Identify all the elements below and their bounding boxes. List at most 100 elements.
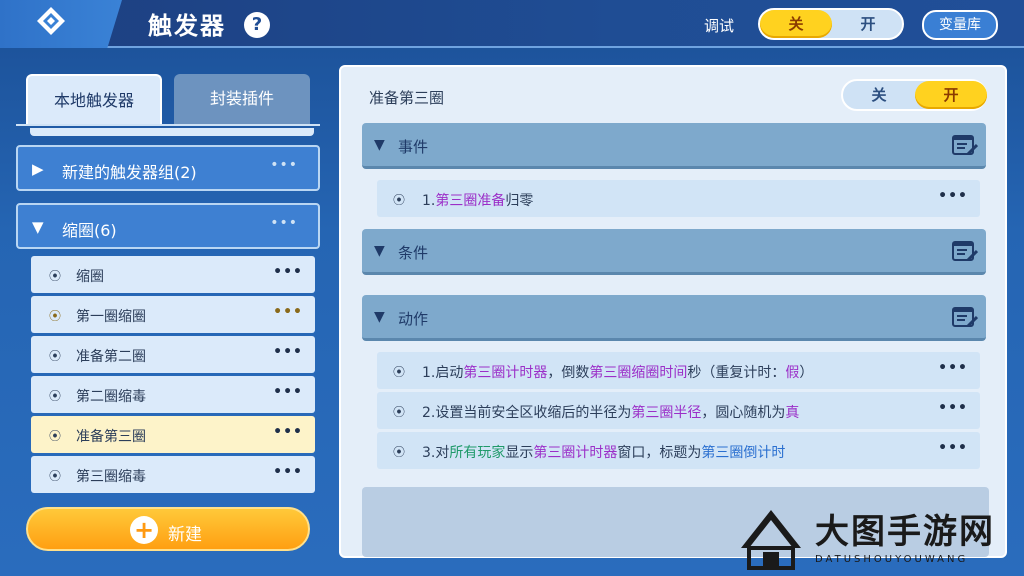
highlight-token[interactable]: 真 [785,405,799,421]
section-event[interactable]: ▼ 事件 [362,123,986,169]
row-text-part: 归零 [505,193,534,209]
bullet-icon: ⦿ [49,309,62,323]
more-options-icon[interactable]: ••• [270,215,298,231]
watermark-house-icon [741,510,801,570]
row-text-part: 2.设置当前安全区收缩后的半径为 [422,405,632,421]
section-label: 动作 [398,310,429,328]
trigger-item-label: 准备第二圈 [76,349,146,365]
row-text-part: 1. [422,193,436,209]
debug-toggle-on[interactable]: 开 [832,10,904,38]
debug-label: 调试 [704,17,735,35]
trigger-title: 准备第三圈 [369,89,445,107]
edit-list-icon[interactable] [952,307,978,329]
more-options-icon[interactable]: ••• [938,440,968,456]
section-label: 条件 [398,244,429,262]
group-label: 缩圈(6) [62,221,117,240]
collapsed-arrow-icon: ▶ [32,160,44,178]
more-options-icon[interactable]: ••• [273,304,303,320]
highlight-token[interactable]: 第三圈计时器 [533,445,617,461]
list-top-edge [30,128,314,136]
bullet-icon: ⦿ [49,429,62,443]
expanded-arrow-icon: ▼ [374,137,385,153]
debug-toggle[interactable]: 关 开 [758,8,904,40]
new-trigger-button[interactable]: + 新建 [26,507,310,551]
trigger-toggle-off[interactable]: 关 [843,81,915,109]
trigger-toggle-on[interactable]: 开 [915,81,987,109]
more-options-icon[interactable]: ••• [273,384,303,400]
help-icon[interactable]: ? [244,12,270,38]
watermark-text: 大图手游网 [815,512,995,552]
bullet-icon: ⦿ [49,349,62,363]
trigger-group-shrink[interactable]: ▼ 缩圈(6) ••• [16,203,320,249]
event-row-text: 1.第三圈准备归零 [422,190,533,210]
action-row[interactable]: ⦿ 1.启动第三圈计时器，倒数第三圈缩圈时间秒（重复计时：假） ••• [377,352,980,389]
highlight-token[interactable]: 第三圈缩圈时间 [589,365,687,381]
watermark-subtext: DATUSHOUYOUWANG [815,554,969,565]
trigger-item[interactable]: ⦿ 第一圈缩圈 ••• [31,296,315,333]
more-options-icon[interactable]: ••• [273,344,303,360]
highlight-token[interactable]: 第三圈半径 [631,405,701,421]
trigger-item[interactable]: ⦿ 第二圈缩毒 ••• [31,376,315,413]
section-action[interactable]: ▼ 动作 [362,295,986,341]
watermark: 大图手游网 DATUSHOUYOUWANG [735,500,1024,576]
row-text-part: 1.启动 [422,365,464,381]
trigger-enable-toggle[interactable]: 关 开 [841,79,987,111]
tab-local-triggers[interactable]: 本地触发器 [26,74,162,124]
row-text-part: ） [799,365,814,381]
more-options-icon[interactable]: ••• [938,188,968,204]
edit-list-icon[interactable] [952,241,978,263]
debug-toggle-off[interactable]: 关 [760,10,832,38]
more-options-icon[interactable]: ••• [273,264,303,280]
variable-library-button[interactable]: 变量库 [922,10,998,40]
bullet-icon: ⦿ [393,365,406,379]
more-options-icon[interactable]: ••• [938,360,968,376]
trigger-item-label: 第三圈缩毒 [76,469,146,485]
action-row[interactable]: ⦿ 3.对所有玩家显示第三圈计时器窗口，标题为第三圈倒计时 ••• [377,432,980,469]
section-label: 事件 [398,138,429,156]
highlight-token[interactable]: 第三圈准备 [435,193,505,209]
bullet-icon: ⦿ [393,193,406,207]
action-row-text: 1.启动第三圈计时器，倒数第三圈缩圈时间秒（重复计时：假） [422,362,813,382]
trigger-item-label: 缩圈 [76,269,104,285]
event-row[interactable]: ⦿ 1.第三圈准备归零 ••• [377,180,980,217]
row-text-part: ，圆心随机为 [701,405,786,421]
highlight-token[interactable]: 假 [785,365,799,381]
more-options-icon[interactable]: ••• [273,424,303,440]
row-text-part: 秒（重复计时： [687,365,786,381]
expanded-arrow-icon: ▼ [374,243,385,259]
row-text-part: 3.对 [422,445,450,461]
more-options-icon[interactable]: ••• [273,464,303,480]
highlight-token[interactable]: 所有玩家 [449,445,505,461]
trigger-item-label: 第一圈缩圈 [76,309,146,325]
tab-packaged-plugins[interactable]: 封装插件 [174,74,310,124]
action-row-text: 2.设置当前安全区收缩后的半径为第三圈半径，圆心随机为真 [422,402,799,422]
expanded-arrow-icon: ▼ [374,309,385,325]
top-bar: 触发器 ? 调试 关 开 变量库 [0,0,1024,48]
edit-list-icon[interactable] [952,135,978,157]
action-row-text: 3.对所有玩家显示第三圈计时器窗口，标题为第三圈倒计时 [422,442,785,462]
trigger-editor-panel: 准备第三圈 关 开 ▼ 事件 ⦿ 1.第三圈准备归零 ••• ▼ 条件 ▼ 动作… [339,65,1007,558]
new-button-label: 新建 [168,525,202,545]
bullet-icon: ⦿ [49,269,62,283]
trigger-item[interactable]: ⦿ 准备第二圈 ••• [31,336,315,373]
section-condition[interactable]: ▼ 条件 [362,229,986,275]
row-text-part: ，倒数 [547,365,590,381]
highlight-token[interactable]: 第三圈计时器 [463,365,547,381]
page-title: 触发器 [148,12,226,40]
trigger-item[interactable]: ⦿ 第三圈缩毒 ••• [31,456,315,493]
more-options-icon[interactable]: ••• [270,157,298,173]
plus-icon: + [130,516,158,544]
action-row[interactable]: ⦿ 2.设置当前安全区收缩后的半径为第三圈半径，圆心随机为真 ••• [377,392,980,429]
expanded-arrow-icon: ▼ [32,218,44,236]
more-options-icon[interactable]: ••• [938,400,968,416]
trigger-item[interactable]: ⦿ 缩圈 ••• [31,256,315,293]
highlight-token[interactable]: 第三圈倒计时 [701,445,785,461]
row-text-part: 窗口，标题为 [617,445,702,461]
trigger-group-new[interactable]: ▶ 新建的触发器组(2) ••• [16,145,320,191]
trigger-item-selected[interactable]: ⦿ 准备第三圈 ••• [31,416,315,453]
bullet-icon: ⦿ [393,445,406,459]
logo-area [0,0,122,48]
tab-divider [16,124,320,126]
bullet-icon: ⦿ [393,405,406,419]
bullet-icon: ⦿ [49,389,62,403]
